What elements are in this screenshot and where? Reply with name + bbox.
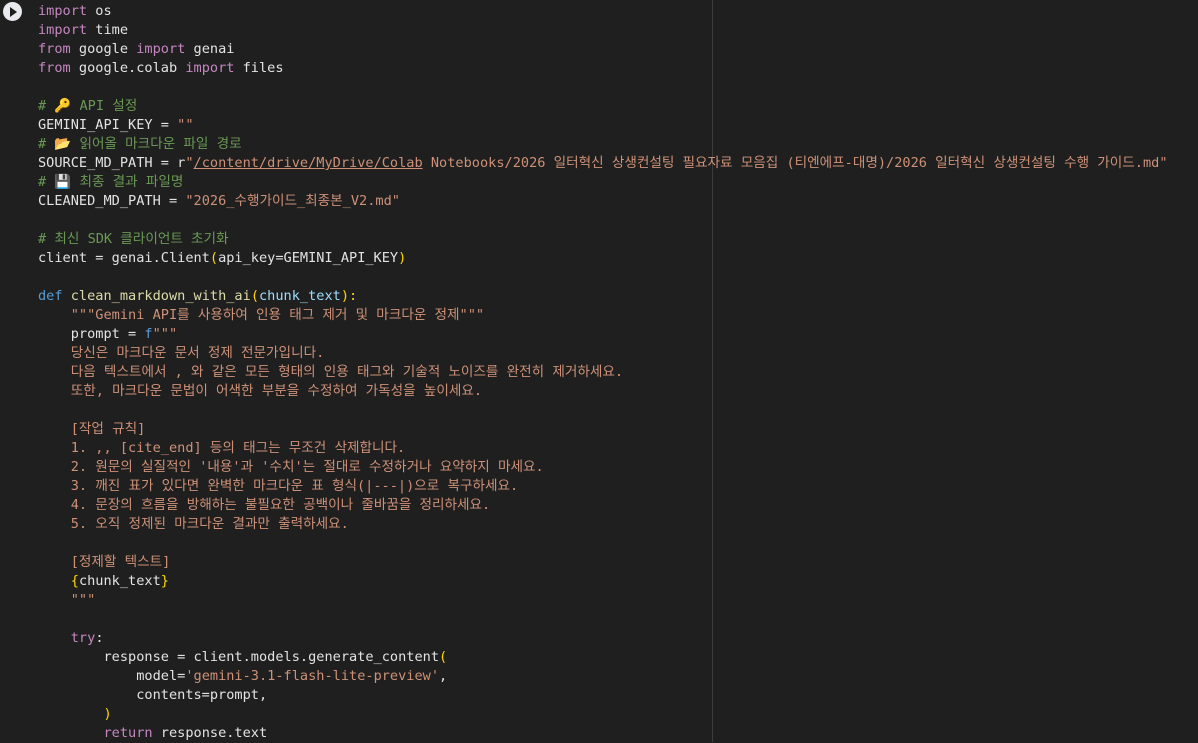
code-text: SOURCE_MD_PATH = r	[38, 155, 186, 171]
code-text: response.text	[152, 725, 268, 741]
code-line: client = genai.Client(api_key=GEMINI_API…	[38, 249, 1198, 268]
function-name: clean_markdown_with_ai	[70, 288, 251, 304]
path-link[interactable]: /content/drive/MyDrive/Colab	[194, 155, 423, 171]
code-text: GEMINI_API_KEY =	[38, 117, 178, 133]
string-literal: ""	[177, 117, 194, 133]
comment-line: # 📂 읽어올 마크다운 파일 경로	[38, 136, 242, 152]
code-line: GEMINI_API_KEY = ""	[38, 116, 1198, 135]
keyword: import	[38, 3, 88, 19]
paren: (	[439, 649, 448, 665]
code-text: chunk_text	[78, 573, 161, 589]
string-literal: Notebooks/2026 일터혁신 상생컨설팅 필요자료 모음집 (티엔에프…	[422, 155, 1168, 171]
keyword: def	[38, 288, 63, 304]
string-line: 4. 문장의 흐름을 방해하는 불필요한 공백이나 줄바꿈을 정리하세요.	[38, 497, 491, 513]
code-text: api_key=GEMINI_API_KEY	[218, 250, 399, 266]
paren: (	[209, 250, 219, 266]
code-editor[interactable]: import os import time from google import…	[38, 2, 1198, 743]
code-text: :	[95, 630, 104, 646]
code-text: response = client.models.generate_conten…	[38, 649, 440, 665]
code-text: google	[70, 41, 137, 57]
string-line: 3. 깨진 표가 있다면 완벽한 마크다운 표 형식(|---|)으로 복구하세…	[38, 478, 519, 494]
string-line: [작업 규칙]	[38, 421, 146, 437]
code-text: ,	[439, 668, 448, 684]
string-line: 당신은 마크다운 문서 정제 전문가입니다.	[38, 345, 325, 361]
keyword: import	[136, 41, 186, 57]
fstring-prefix: f	[144, 326, 153, 342]
code-line: from google import genai	[38, 40, 1198, 59]
string-line: 5. 오직 정제된 마크다운 결과만 출력하세요.	[38, 516, 349, 532]
keyword: from	[38, 60, 71, 76]
string-line: """	[38, 592, 96, 608]
keyword: import	[38, 22, 88, 38]
run-cell-button[interactable]	[3, 2, 22, 21]
docstring-line: """Gemini API를 사용하여 인용 태그 제거 및 마크다운 정제""…	[38, 307, 485, 323]
string-line: [정제할 텍스트]	[38, 554, 171, 570]
string-literal: "2026_수행가이드_최종본_V2.md"	[185, 193, 400, 209]
keyword: try	[70, 630, 96, 646]
brace: }	[160, 573, 169, 589]
comment-line: # 💾 최종 결과 파일명	[38, 174, 184, 190]
brace: {	[70, 573, 79, 589]
comment-line: # 최신 SDK 클라이언트 초기화	[38, 231, 229, 247]
code-line: {chunk_text}	[38, 572, 1198, 591]
code-line: CLEANED_MD_PATH = "2026_수행가이드_최종본_V2.md"	[38, 192, 1198, 211]
keyword: import	[185, 60, 235, 76]
comment-line: # 🔑 API 설정	[38, 98, 138, 114]
code-line: import time	[38, 21, 1198, 40]
code-line: model='gemini-3.1-flash-lite-preview',	[38, 667, 1198, 686]
string-line: 또한, 마크다운 문법이 어색한 부분을 수정하여 가독성을 높이세요.	[38, 383, 483, 399]
code-text: genai	[185, 41, 235, 57]
code-text: time	[87, 22, 129, 38]
code-line: from google.colab import files	[38, 59, 1198, 78]
code-line: prompt = f"""	[38, 325, 1198, 344]
string-line: 다음 텍스트에서 , 와 같은 모든 형태의 인용 태그와 기술적 노이즈를 완…	[38, 364, 624, 380]
code-line: )	[38, 705, 1198, 724]
string-literal: """	[152, 326, 178, 342]
paren: )	[103, 706, 112, 722]
code-line: response = client.models.generate_conten…	[38, 648, 1198, 667]
code-line: SOURCE_MD_PATH = r"/content/drive/MyDriv…	[38, 154, 1198, 173]
string-line: 2. 원문의 실질적인 '내용'과 '수치'는 절대로 수정하거나 요약하지 마…	[38, 459, 544, 475]
code-cell[interactable]: import os import time from google import…	[0, 0, 1198, 742]
code-line: try:	[38, 629, 1198, 648]
code-line: def clean_markdown_with_ai(chunk_text):	[38, 287, 1198, 306]
code-line: return response.text	[38, 724, 1198, 743]
play-icon	[10, 6, 17, 17]
code-line: contents=prompt,	[38, 687, 268, 703]
paren: )	[398, 250, 407, 266]
code-text: os	[87, 3, 112, 19]
keyword: from	[38, 41, 71, 57]
code-line: import os	[38, 2, 1198, 21]
code-text: files	[234, 60, 284, 76]
string-literal: "	[185, 155, 194, 171]
string-literal: 'gemini-3.1-flash-lite-preview'	[185, 668, 440, 684]
code-text: prompt =	[38, 326, 145, 342]
paren: (	[250, 288, 259, 304]
string-line: 1. ,, [cite_end] 등의 태그는 무조건 삭제합니다.	[38, 440, 406, 456]
code-text: CLEANED_MD_PATH =	[38, 193, 186, 209]
paren: ):	[340, 288, 358, 304]
keyword: return	[103, 725, 153, 741]
parameter: chunk_text	[259, 288, 341, 304]
code-text: google.colab	[70, 60, 186, 76]
code-text: client = genai.Client	[38, 250, 210, 266]
code-text: model=	[38, 668, 186, 684]
